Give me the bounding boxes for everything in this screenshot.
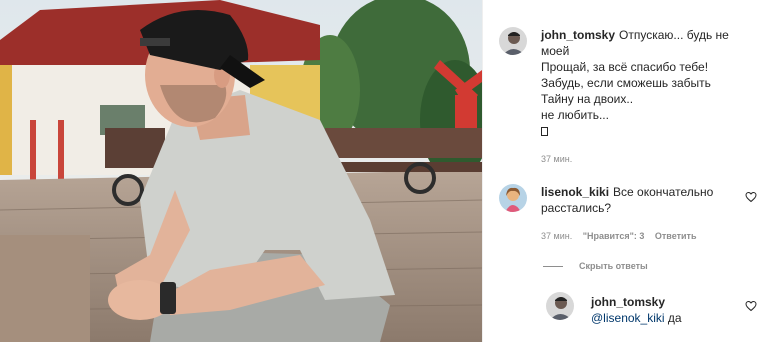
heart-icon[interactable] [745,191,757,203]
avatar[interactable] [546,292,574,320]
comment-time[interactable]: 37 мин. [541,231,572,241]
comment-time[interactable]: 37 мин. [541,154,572,164]
emoji-placeholder-icon [541,127,548,137]
comment-username[interactable]: john_tomsky [541,28,615,42]
reply-text: да [667,311,682,325]
comment-lisenok-kiki: lisenok_kiki Все окончательно расстались? [541,184,741,216]
likes-count[interactable]: "Нравится": 3 [583,231,645,241]
comment-john-tomsky: john_tomsky Отпускаю... будь не моей Прощ… [541,27,759,139]
reply-john-tomsky: john_tomsky @lisenok_kiki да [591,294,751,326]
heart-icon[interactable] [745,300,757,312]
comment-line: Отпускаю... будь не [619,28,729,42]
comment-meta: 37 мин. [541,153,580,165]
comment-line: Тайну на двоих.. [541,92,634,106]
comment-line: Прощай, за всё спасибо тебе! [541,60,709,74]
comment-line: Забудь, если сможешь забыть [541,76,711,90]
comment-line: не любить... [541,108,609,122]
avatar[interactable] [499,27,527,55]
avatar[interactable] [499,184,527,212]
comment-username[interactable]: lisenok_kiki [541,185,609,199]
replies-divider [543,266,563,267]
comment-line: Все окончательно [613,185,714,199]
comments-panel[interactable]: john_tomsky Отпускаю... будь не моей Прощ… [483,0,772,342]
comment-line: расстались? [541,201,612,215]
hide-replies-label[interactable]: Скрыть ответы [579,261,648,271]
comment-meta: 37 мин. "Нравится": 3 Ответить [541,230,704,242]
post-photo [0,0,482,342]
hide-replies-button[interactable]: Скрыть ответы [579,260,656,272]
comment-line: моей [541,44,570,58]
reply-button[interactable]: Ответить [655,231,697,241]
reply-username[interactable]: john_tomsky [591,295,665,309]
mention-link[interactable]: @lisenok_kiki [591,311,665,325]
